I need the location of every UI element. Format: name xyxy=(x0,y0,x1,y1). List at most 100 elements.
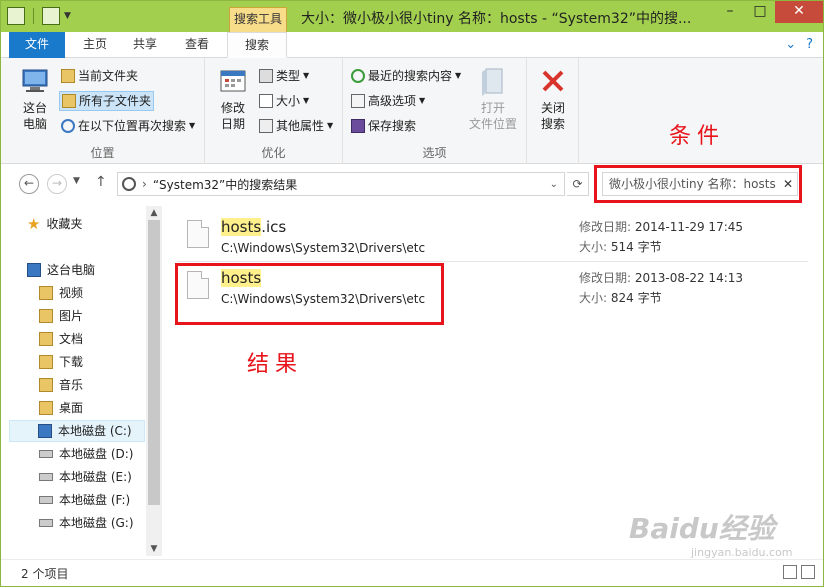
baidu-watermark-url: jingyan.baidu.com xyxy=(691,546,793,559)
advanced-options-label: 高级选项 xyxy=(368,94,417,108)
current-folder-button[interactable]: 当前文件夹 xyxy=(61,66,138,86)
nav-item-music[interactable]: 音乐 xyxy=(39,374,83,396)
up-button[interactable]: ↑ xyxy=(95,174,107,190)
nav-item-label: 本地磁盘 (F:) xyxy=(59,493,131,507)
tab-view[interactable]: 查看 xyxy=(175,32,219,58)
address-bar[interactable]: › “System32”中的搜索结果 ⌄ xyxy=(117,172,565,196)
all-subfolders-button[interactable]: 所有子文件夹 xyxy=(59,91,155,111)
computer-icon xyxy=(22,69,48,92)
size-value: 824 字节 xyxy=(610,291,662,305)
recent-searches-icon xyxy=(351,69,365,83)
qat-dropdown-icon[interactable]: ▼ xyxy=(64,11,71,21)
scroll-up-icon[interactable]: ▲ xyxy=(146,206,162,220)
modified-value: 2014-11-29 17:45 xyxy=(634,220,744,234)
toolbar-divider xyxy=(33,8,34,24)
results-highlight-box xyxy=(175,263,444,325)
nav-item-videos[interactable]: 视频 xyxy=(39,282,83,304)
name-rest: .ics xyxy=(261,218,287,236)
dropdown-arrow-icon: ▼ xyxy=(455,71,462,80)
computer-icon xyxy=(27,263,41,277)
maximize-button[interactable]: □ xyxy=(745,1,775,23)
back-button[interactable]: ← xyxy=(19,174,39,194)
file-name: hosts.ics xyxy=(221,218,286,236)
nav-scrollbar[interactable]: ▲ ▼ xyxy=(146,206,162,556)
nav-item-documents[interactable]: 文档 xyxy=(39,328,83,350)
nav-item-downloads[interactable]: 下载 xyxy=(39,351,83,373)
size-label: 大小 xyxy=(276,94,301,108)
ribbon-tab-row: 文件 主页 共享 查看 搜索 ⌄ ? xyxy=(1,32,823,58)
scroll-down-icon[interactable]: ▼ xyxy=(146,542,162,556)
tab-search[interactable]: 搜索 xyxy=(227,32,287,58)
conditions-highlight-box xyxy=(594,165,802,203)
date-modified-button[interactable]: 修改 日期 xyxy=(213,66,253,132)
drive-icon xyxy=(39,473,53,481)
nav-favorites[interactable]: ★ 收藏夹 xyxy=(27,213,82,235)
save-search-button[interactable]: 保存搜索 xyxy=(351,116,416,136)
this-pc-button[interactable]: 这台 电脑 xyxy=(15,66,55,132)
dropdown-arrow-icon: ▼ xyxy=(189,121,196,130)
results-annotation: 结果 xyxy=(247,352,304,377)
nav-item-label: 本地磁盘 (E:) xyxy=(59,470,132,484)
baidu-watermark: Baidu经验 xyxy=(629,512,775,545)
save-search-label: 保存搜索 xyxy=(368,119,417,133)
item-count: 2 个项目 xyxy=(21,567,69,581)
nav-item-drive-f[interactable]: 本地磁盘 (F:) xyxy=(39,489,130,511)
minimize-button[interactable]: – xyxy=(715,1,745,23)
recent-searches-button[interactable]: 最近的搜索内容 ▼ xyxy=(351,66,461,86)
nav-this-pc[interactable]: 这台电脑 xyxy=(27,259,95,281)
folder-open-icon xyxy=(482,68,503,96)
quick-access-toolbar: ▼ xyxy=(7,7,71,25)
list-item[interactable]: hosts.ics C:\Windows\System32\Drivers\et… xyxy=(163,210,808,258)
drive-icon xyxy=(39,496,53,504)
nav-item-label: 本地磁盘 (G:) xyxy=(59,516,134,530)
chevron-down-icon[interactable]: ⌄ xyxy=(550,179,558,190)
dropdown-arrow-icon: ▼ xyxy=(303,71,310,80)
open-file-location-label: 打开 文件位置 xyxy=(468,101,517,131)
large-icons-view-icon[interactable] xyxy=(801,565,815,579)
collapse-ribbon-icon[interactable]: ⌄ xyxy=(785,37,796,52)
recent-locations-icon[interactable]: ▼ xyxy=(73,176,80,186)
close-search-icon xyxy=(542,70,564,92)
nav-item-label: 本地磁盘 (D:) xyxy=(59,447,134,461)
save-icon xyxy=(351,119,365,133)
advanced-options-button[interactable]: 高级选项 ▼ xyxy=(351,91,425,111)
tab-file[interactable]: 文件 xyxy=(9,32,65,58)
search-again-in-button[interactable]: 在以下位置再次搜索 ▼ xyxy=(61,116,195,136)
size-meta: 大小: 514 字节 xyxy=(579,238,662,255)
windows-drive-icon xyxy=(38,424,52,438)
search-again-in-label: 在以下位置再次搜索 xyxy=(78,119,187,133)
dropdown-arrow-icon: ▼ xyxy=(419,96,426,105)
close-search-button[interactable]: 关闭 搜索 xyxy=(533,66,573,132)
size-button[interactable]: 大小 ▼ xyxy=(259,91,309,111)
details-view-icon[interactable] xyxy=(783,565,797,579)
properties-icon xyxy=(259,119,273,133)
title-bar[interactable]: ▼ 搜索工具 大小：微小极小很小tiny 名称：hosts - “System3… xyxy=(1,1,823,32)
navigation-pane: ★ 收藏夹 这台电脑 视频 图片 文档 下载 音乐 桌面 本地磁盘 (C:) 本… xyxy=(1,204,162,559)
kind-button[interactable]: 类型 ▼ xyxy=(259,66,309,86)
window-controls: – □ ✕ xyxy=(715,1,823,23)
tab-share[interactable]: 共享 xyxy=(123,32,167,58)
other-properties-button[interactable]: 其他属性 ▼ xyxy=(259,116,333,136)
close-button[interactable]: ✕ xyxy=(775,1,823,23)
search-icon xyxy=(122,177,136,191)
file-icon xyxy=(187,220,209,248)
file-path: C:\Windows\System32\Drivers\etc xyxy=(221,241,426,255)
nav-item-drive-g[interactable]: 本地磁盘 (G:) xyxy=(39,512,134,534)
tab-home[interactable]: 主页 xyxy=(73,32,117,58)
refresh-button[interactable]: ⟳ xyxy=(567,172,589,196)
nav-item-pictures[interactable]: 图片 xyxy=(39,305,83,327)
nav-item-drive-c[interactable]: 本地磁盘 (C:) xyxy=(9,420,145,442)
properties-icon[interactable] xyxy=(42,7,60,25)
dropdown-arrow-icon: ▼ xyxy=(303,96,310,105)
nav-item-desktop[interactable]: 桌面 xyxy=(39,397,83,419)
nav-item-drive-e[interactable]: 本地磁盘 (E:) xyxy=(39,466,132,488)
nav-item-drive-d[interactable]: 本地磁盘 (D:) xyxy=(39,443,133,465)
all-subfolders-label: 所有子文件夹 xyxy=(79,94,152,108)
forward-button[interactable]: → xyxy=(47,174,67,194)
size-icon xyxy=(259,94,273,108)
scrollbar-thumb[interactable] xyxy=(148,220,160,505)
open-file-location-button[interactable]: 打开 文件位置 xyxy=(465,66,521,132)
modified-meta: 修改日期: 2014-11-29 17:45 xyxy=(579,218,743,235)
help-icon[interactable]: ? xyxy=(806,37,813,52)
conditions-annotation: 条件 xyxy=(669,124,726,149)
